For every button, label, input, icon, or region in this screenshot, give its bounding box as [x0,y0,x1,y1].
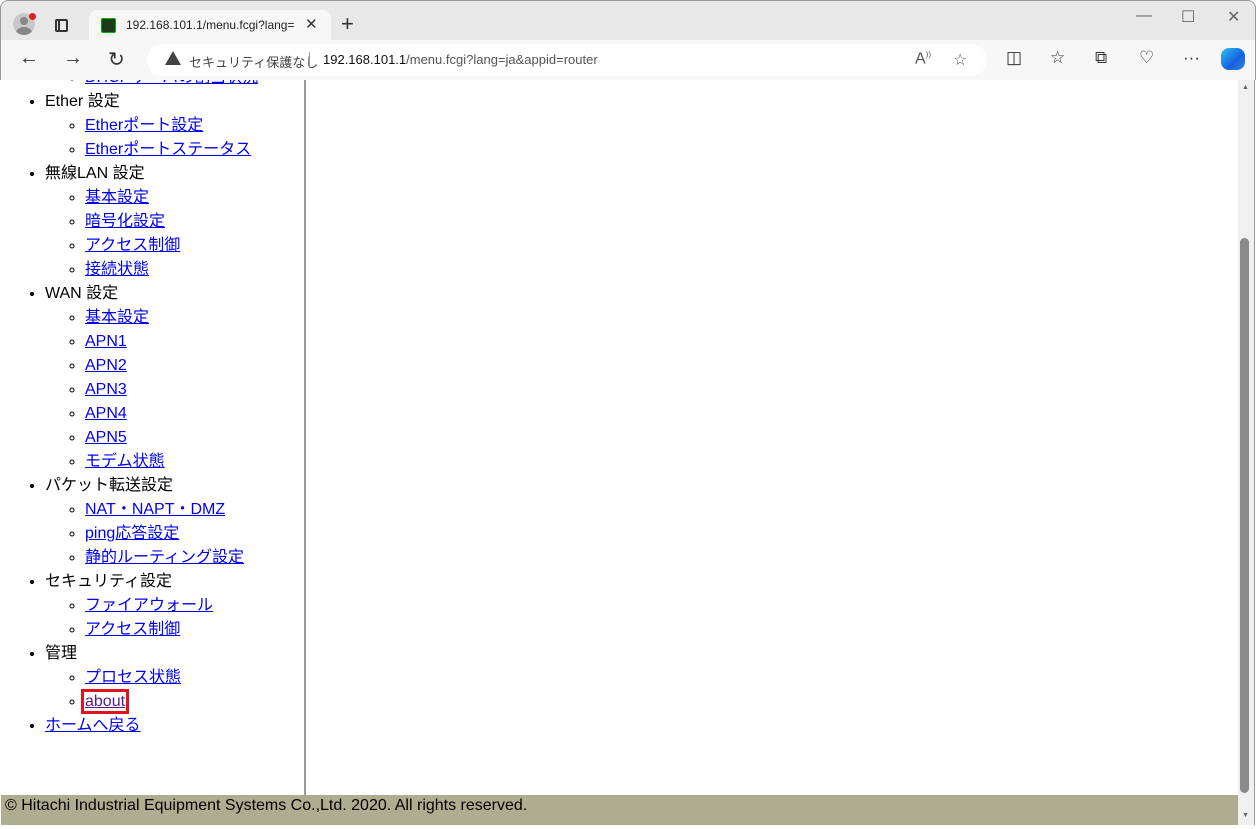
menu-section: セキュリティ設定ファイアウォールアクセス制御 [45,570,258,642]
menu-item: 接続状態 [85,258,258,282]
menu-section: パケット転送設定 NAT・NAPT・DMZ ping応答設定静的ルーティング設定 [45,474,258,570]
minimize-icon[interactable]: — [1136,7,1152,25]
page-content: DHCP・DNSDHCPサーバの割当状況Ether 設定Etherポート設定Et… [1,80,1238,825]
menu-item: 静的ルーティング設定 [85,546,258,570]
menu-list: DHCP・DNSDHCPサーバの割当状況Ether 設定Etherポート設定Et… [1,80,258,738]
menu-section-title: 管理 [45,645,78,662]
menu-section-title: セキュリティ設定 [45,573,173,590]
menu-section: Ether 設定 Etherポート設定 Etherポートステータス [45,90,258,162]
browser-toolbar: ← → ↻ セキュリティ保護なし 192.168.101.1/menu.fcgi… [0,40,1256,80]
menu-section: DHCP・DNSDHCPサーバの割当状況 [45,80,258,90]
menu-item: APN1 [85,330,258,354]
scroll-up-icon[interactable]: ▲ [1242,84,1249,91]
menu-item: 基本設定 [85,306,258,330]
new-tab-icon[interactable]: + [341,11,354,37]
url-text[interactable]: 192.168.101.1/menu.fcgi?lang=ja&appid=ro… [323,52,598,67]
menu-link[interactable]: ping応答設定 [85,525,179,542]
menu-link[interactable]: アクセス制御 [85,621,180,638]
menu-item: APN4 [85,402,258,426]
menu-section: ホームへ戻る [45,714,258,738]
menu-section-title: WAN 設定 [45,285,119,302]
more-menu-icon[interactable]: ··· [1183,48,1200,68]
menu-item: アクセス制御 [85,618,258,642]
menu-item: アクセス制御 [85,234,258,258]
notification-dot [29,13,36,20]
menu-item: プロセス状態 [85,666,258,690]
menu-item: APN2 [85,354,258,378]
menu-item: APN3 [85,378,258,402]
browser-essentials-icon[interactable]: ♡ [1139,48,1154,68]
menu-item: ping応答設定 [85,522,258,546]
collections-icon[interactable]: ⧉ [1095,48,1107,68]
globe-favicon-icon [101,18,116,33]
menu-item: about [80,689,258,714]
refresh-icon[interactable]: ↻ [108,47,125,72]
menu-item: Etherポートステータス [85,138,258,162]
menu-item: Etherポート設定 [85,114,258,138]
menu-section: 無線LAN 設定基本設定暗号化設定アクセス制御接続状態 [45,162,258,282]
menu-link[interactable]: 基本設定 [85,189,149,206]
about-link[interactable]: about [80,689,130,714]
navigation-menu: DHCP・DNSDHCPサーバの割当状況Ether 設定Etherポート設定Et… [1,80,258,738]
favorite-star-icon[interactable]: ☆ [953,50,967,70]
back-icon[interactable]: ← [19,47,39,70]
menu-item: ファイアウォール [85,594,258,618]
menu-item: DHCPサーバの割当状況 [85,80,258,90]
scroll-down-icon[interactable]: ▼ [1242,812,1249,819]
tab-actions-icon[interactable] [55,19,68,32]
menu-link[interactable]: アクセス制御 [85,237,180,254]
menu-frame: DHCP・DNSDHCPサーバの割当状況Ether 設定Etherポート設定Et… [1,80,306,795]
menu-link[interactable]: APN3 [85,381,127,398]
menu-link[interactable]: APN1 [85,333,127,350]
menu-link[interactable]: APN4 [85,405,127,422]
menu-link[interactable]: Etherポートステータス [85,141,251,158]
copilot-icon[interactable] [1221,48,1245,70]
tab-title: 192.168.101.1/menu.fcgi?lang=ja [126,18,294,32]
menu-link[interactable]: 静的ルーティング設定 [85,549,244,566]
menu-link[interactable]: 接続状態 [85,261,149,278]
address-bar[interactable]: セキュリティ保護なし 192.168.101.1/menu.fcgi?lang=… [147,44,987,76]
menu-section: WAN 設定基本設定 APN1 APN2 APN3 APN4 APN5 モデム状態 [45,282,258,474]
url-host: 192.168.101.1 [323,52,407,67]
menu-item: APN5 [85,426,258,450]
menu-link[interactable]: APN5 [85,429,127,446]
favorites-icon[interactable]: ☆ [1050,48,1065,68]
menu-link[interactable]: NAT・NAPT・DMZ [85,501,225,518]
close-window-icon[interactable]: ✕ [1227,7,1240,27]
menu-section-title: パケット転送設定 [45,477,174,494]
read-aloud-icon[interactable]: A)) [915,50,931,68]
menu-link[interactable]: Etherポート設定 [85,117,203,134]
warning-icon [165,51,181,65]
menu-item: 基本設定 [85,186,258,210]
menu-link[interactable]: 暗号化設定 [85,213,165,230]
tab-bar: 192.168.101.1/menu.fcgi?lang=ja ✕ + — ☐ … [0,0,1256,41]
menu-link[interactable]: ファイアウォール [85,597,213,614]
divider [309,52,310,68]
menu-link[interactable]: 基本設定 [85,309,149,326]
tab-close-icon[interactable]: ✕ [305,15,318,33]
menu-link[interactable]: DHCPサーバの割当状況 [85,80,258,86]
url-path: /menu.fcgi?lang=ja&appid=router [406,52,598,67]
scrollbar[interactable]: ▲ ▼ [1238,80,1255,825]
menu-link[interactable]: APN2 [85,357,127,374]
security-label[interactable]: セキュリティ保護なし [189,52,318,71]
home-link[interactable]: ホームへ戻る [45,717,141,734]
browser-tab[interactable]: 192.168.101.1/menu.fcgi?lang=ja ✕ [89,10,331,41]
scrollbar-thumb[interactable] [1240,238,1249,793]
copyright-footer: © Hitachi Industrial Equipment Systems C… [1,795,1238,825]
menu-link[interactable]: モデム状態 [85,453,165,470]
menu-section: 管理プロセス状態 about [45,642,258,714]
maximize-icon[interactable]: ☐ [1181,7,1195,27]
menu-section-title: 無線LAN 設定 [45,165,145,182]
menu-item: NAT・NAPT・DMZ [85,498,258,522]
split-screen-icon[interactable]: ◫ [1006,48,1022,68]
menu-section-title: Ether 設定 [45,93,120,110]
menu-link[interactable]: プロセス状態 [85,669,181,686]
menu-item: 暗号化設定 [85,210,258,234]
menu-item: モデム状態 [85,450,258,474]
forward-icon[interactable]: → [63,47,83,70]
